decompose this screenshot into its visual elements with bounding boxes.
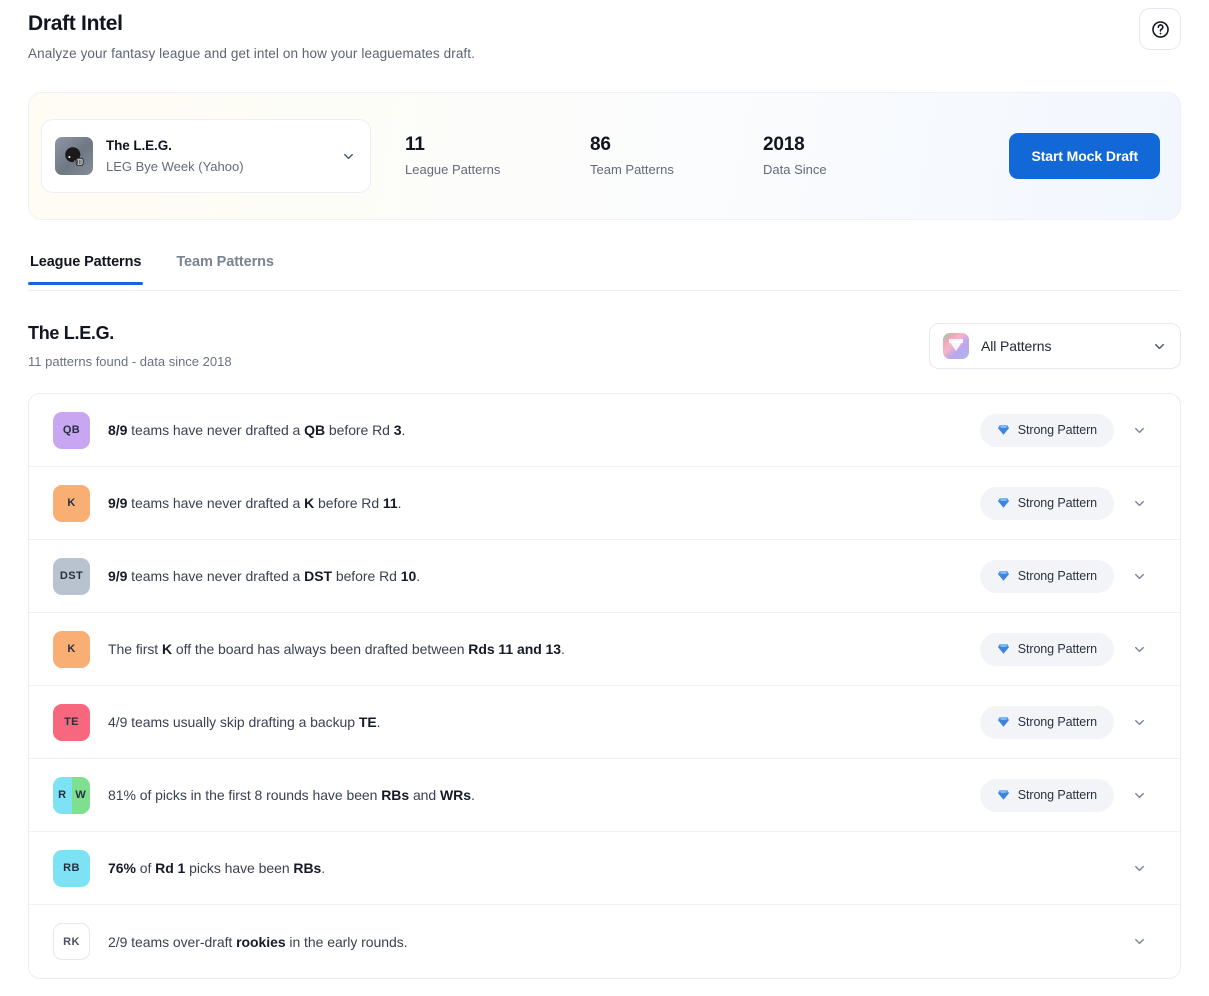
league-name: The L.E.G. xyxy=(106,137,341,155)
pattern-text: 9/9 teams have never drafted a DST befor… xyxy=(108,566,980,586)
chevron-down-icon xyxy=(1152,339,1167,354)
pattern-row[interactable]: RK 2/9 teams over-draft rookies in the ea… xyxy=(29,905,1180,978)
strength-label: Strong Pattern xyxy=(1018,496,1097,510)
pattern-text: The first K off the board has always bee… xyxy=(108,639,980,659)
league-summary-card: The L.E.G. LEG Bye Week (Yahoo) 11 Leagu… xyxy=(28,92,1181,220)
position-badge: K xyxy=(53,485,90,522)
chevron-down-icon[interactable] xyxy=(1120,642,1158,657)
draft-intel-page: Draft Intel Analyze your fantasy league … xyxy=(0,0,1209,996)
patterns-list: QB 8/9 teams have never drafted a QB befo… xyxy=(28,393,1181,979)
pattern-row[interactable]: RB 76% of Rd 1 picks have been RBs. xyxy=(29,832,1180,905)
league-selector[interactable]: The L.E.G. LEG Bye Week (Yahoo) xyxy=(41,119,371,193)
chevron-down-icon[interactable] xyxy=(1120,569,1158,584)
chevron-down-icon xyxy=(341,149,356,164)
stat-team-patterns: 86 Team Patterns xyxy=(590,133,763,180)
page-title: Draft Intel xyxy=(28,10,1181,38)
stat-data-since: 2018 Data Since xyxy=(763,133,938,180)
gem-gradient-icon xyxy=(943,333,969,359)
stat-label: Team Patterns xyxy=(590,160,763,180)
position-badge: RW xyxy=(53,777,90,814)
position-badge: RK xyxy=(53,923,90,960)
start-mock-draft-button[interactable]: Start Mock Draft xyxy=(1009,133,1160,179)
page-subtitle: Analyze your fantasy league and get inte… xyxy=(28,44,1181,64)
tab-team-patterns[interactable]: Team Patterns xyxy=(174,245,276,284)
position-badge: QB xyxy=(53,412,90,449)
patterns-tabs: League Patterns Team Patterns xyxy=(28,245,1181,291)
strength-badge: Strong Pattern xyxy=(980,560,1114,593)
pattern-row[interactable]: RW 81% of picks in the first 8 rounds hav… xyxy=(29,759,1180,832)
position-badge: TE xyxy=(53,704,90,741)
section-title: The L.E.G. xyxy=(28,321,232,345)
strength-badge: Strong Pattern xyxy=(980,633,1114,666)
stat-label: League Patterns xyxy=(405,160,590,180)
pattern-text: 2/9 teams over-draft rookies in the earl… xyxy=(108,932,1120,952)
chevron-down-icon[interactable] xyxy=(1120,496,1158,511)
gem-icon xyxy=(997,423,1010,438)
stat-league-patterns: 11 League Patterns xyxy=(405,133,590,180)
strength-badge: Strong Pattern xyxy=(980,414,1114,447)
section-subtitle: 11 patterns found - data since 2018 xyxy=(28,352,232,372)
pattern-row[interactable]: K The first K off the board has always be… xyxy=(29,613,1180,686)
stat-value: 11 xyxy=(405,133,590,157)
pattern-filter-select[interactable]: All Patterns xyxy=(929,323,1181,369)
gem-icon xyxy=(997,496,1010,511)
pattern-row[interactable]: K 9/9 teams have never drafted a K before… xyxy=(29,467,1180,540)
stat-value: 86 xyxy=(590,133,763,157)
pattern-row[interactable]: QB 8/9 teams have never drafted a QB befo… xyxy=(29,394,1180,467)
pattern-row[interactable]: DST 9/9 teams have never drafted a DST be… xyxy=(29,540,1180,613)
league-subtitle: LEG Bye Week (Yahoo) xyxy=(106,157,341,176)
football-helmet-icon xyxy=(55,137,93,175)
gem-icon xyxy=(997,642,1010,657)
strength-label: Strong Pattern xyxy=(1018,423,1097,437)
stat-value: 2018 xyxy=(763,133,938,157)
pattern-text: 9/9 teams have never drafted a K before … xyxy=(108,493,980,513)
strength-badge: Strong Pattern xyxy=(980,779,1114,812)
strength-label: Strong Pattern xyxy=(1018,642,1097,656)
pattern-filter-label: All Patterns xyxy=(981,338,1051,354)
pattern-row[interactable]: TE 4/9 teams usually skip drafting a back… xyxy=(29,686,1180,759)
section-header: The L.E.G. 11 patterns found - data sinc… xyxy=(28,321,1181,372)
strength-label: Strong Pattern xyxy=(1018,715,1097,729)
tab-league-patterns[interactable]: League Patterns xyxy=(28,245,143,284)
chevron-down-icon[interactable] xyxy=(1120,715,1158,730)
pattern-text: 4/9 teams usually skip drafting a backup… xyxy=(108,712,980,732)
pattern-text: 8/9 teams have never drafted a QB before… xyxy=(108,420,980,440)
position-badge: K xyxy=(53,631,90,668)
position-badge: RB xyxy=(53,850,90,887)
position-badge: DST xyxy=(53,558,90,595)
pattern-text: 76% of Rd 1 picks have been RBs. xyxy=(108,858,1120,878)
pattern-text: 81% of picks in the first 8 rounds have … xyxy=(108,785,980,805)
chevron-down-icon[interactable] xyxy=(1120,934,1158,949)
question-mark-circle-icon xyxy=(1151,20,1170,39)
gem-icon xyxy=(997,569,1010,584)
stat-label: Data Since xyxy=(763,160,938,180)
strength-label: Strong Pattern xyxy=(1018,569,1097,583)
strength-badge: Strong Pattern xyxy=(980,487,1114,520)
chevron-down-icon[interactable] xyxy=(1120,423,1158,438)
help-button[interactable] xyxy=(1139,8,1181,50)
strength-label: Strong Pattern xyxy=(1018,788,1097,802)
gem-icon xyxy=(997,715,1010,730)
page-header: Draft Intel Analyze your fantasy league … xyxy=(28,0,1181,64)
gem-icon xyxy=(997,788,1010,803)
chevron-down-icon[interactable] xyxy=(1120,788,1158,803)
strength-badge: Strong Pattern xyxy=(980,706,1114,739)
chevron-down-icon[interactable] xyxy=(1120,861,1158,876)
